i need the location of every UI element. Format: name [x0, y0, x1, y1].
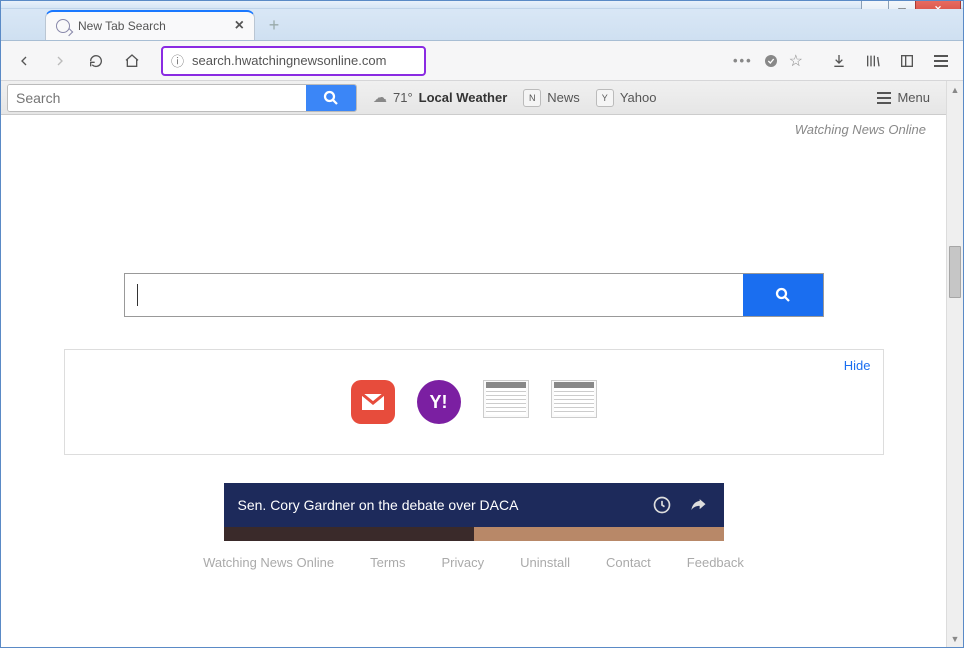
video-title: Sen. Cory Gardner on the debate over DAC…	[238, 497, 638, 513]
tab-new-tab-search[interactable]: New Tab Search ×	[45, 10, 255, 40]
weather-icon: ☁	[373, 89, 387, 106]
menu-button[interactable]	[927, 47, 955, 75]
gmail-icon[interactable]	[351, 380, 395, 424]
news-label: News	[547, 90, 580, 105]
tab-title: New Tab Search	[78, 19, 219, 33]
menu-label: Menu	[897, 90, 930, 105]
sidebar-button[interactable]	[893, 47, 921, 75]
back-button[interactable]	[9, 46, 39, 76]
yahoo-label: Yahoo	[620, 90, 657, 105]
hamburger-icon	[934, 55, 948, 67]
url-text: search.hwatchingnewsonline.com	[192, 53, 386, 68]
hamburger-icon	[877, 92, 891, 104]
weather-label: Local Weather	[419, 90, 508, 105]
library-button[interactable]	[859, 47, 887, 75]
reload-button[interactable]	[81, 46, 111, 76]
toolbar-search	[7, 84, 357, 112]
page-actions-icon[interactable]: •••	[733, 53, 753, 68]
footer-link[interactable]: Privacy	[442, 555, 485, 570]
yahoo-app-icon[interactable]: Y!	[417, 380, 461, 424]
main-area: Hide Y! Sen. Cory Gardner on the debate …	[1, 143, 946, 570]
hide-link[interactable]: Hide	[844, 358, 871, 373]
news-link[interactable]: N News	[523, 89, 580, 107]
page-menu-button[interactable]: Menu	[877, 90, 930, 105]
url-bar[interactable]: ⓘ search.hwatchingnewsonline.com	[161, 46, 426, 76]
footer-link[interactable]: Contact	[606, 555, 651, 570]
newspaper-icon[interactable]	[551, 380, 597, 418]
quicklinks-card: Hide Y!	[64, 349, 884, 455]
main-search	[124, 273, 824, 317]
tab-strip: New Tab Search × +	[1, 9, 963, 41]
page-toolbar: ☁ 71° Local Weather N News Y Yahoo Menu	[1, 81, 946, 115]
news-icon: N	[523, 89, 541, 107]
share-icon[interactable]	[686, 493, 710, 517]
viewport: ☁ 71° Local Weather N News Y Yahoo Menu …	[1, 81, 963, 647]
scroll-up-icon[interactable]: ▲	[947, 81, 963, 98]
video-thumbnail[interactable]	[224, 527, 724, 541]
url-bar-wrap: ⓘ search.hwatchingnewsonline.com ••• ☆	[161, 46, 811, 76]
new-tab-button[interactable]: +	[261, 14, 287, 36]
video-widget: Sen. Cory Gardner on the debate over DAC…	[224, 483, 724, 541]
toolbar-search-input[interactable]	[8, 85, 306, 111]
home-button[interactable]	[117, 46, 147, 76]
browser-toolbar: ⓘ search.hwatchingnewsonline.com ••• ☆	[1, 41, 963, 81]
vertical-scrollbar[interactable]: ▲ ▼	[946, 81, 963, 647]
toolbar-search-button[interactable]	[306, 85, 356, 111]
forward-button[interactable]	[45, 46, 75, 76]
brand-text: Watching News Online	[795, 122, 926, 137]
footer-link[interactable]: Feedback	[687, 555, 744, 570]
window-titlebar: ── ▭ ✕	[1, 1, 963, 9]
shield-icon[interactable]	[763, 53, 779, 69]
footer-links: Watching News Online Terms Privacy Unins…	[203, 541, 744, 570]
weather-temp: 71°	[393, 90, 413, 105]
main-search-button[interactable]	[743, 274, 823, 316]
bookmark-star-icon[interactable]: ☆	[789, 51, 803, 71]
url-actions: ••• ☆	[426, 46, 811, 76]
video-header: Sen. Cory Gardner on the debate over DAC…	[224, 483, 724, 527]
page-content: ☁ 71° Local Weather N News Y Yahoo Menu …	[1, 81, 946, 647]
weather-link[interactable]: ☁ 71° Local Weather	[373, 89, 507, 106]
yahoo-icon: Y	[596, 89, 614, 107]
site-info-icon[interactable]: ⓘ	[171, 51, 184, 70]
scrollbar-thumb[interactable]	[949, 246, 961, 298]
footer-link[interactable]: Watching News Online	[203, 555, 334, 570]
footer-link[interactable]: Terms	[370, 555, 405, 570]
newspaper-icon[interactable]	[483, 380, 529, 418]
footer-link[interactable]: Uninstall	[520, 555, 570, 570]
tab-close-icon[interactable]: ×	[235, 17, 244, 35]
watch-later-icon[interactable]	[650, 493, 674, 517]
scroll-down-icon[interactable]: ▼	[947, 630, 963, 647]
brand-strip: Watching News Online	[1, 115, 946, 143]
yahoo-link[interactable]: Y Yahoo	[596, 89, 657, 107]
search-icon	[56, 19, 70, 33]
downloads-button[interactable]	[825, 47, 853, 75]
